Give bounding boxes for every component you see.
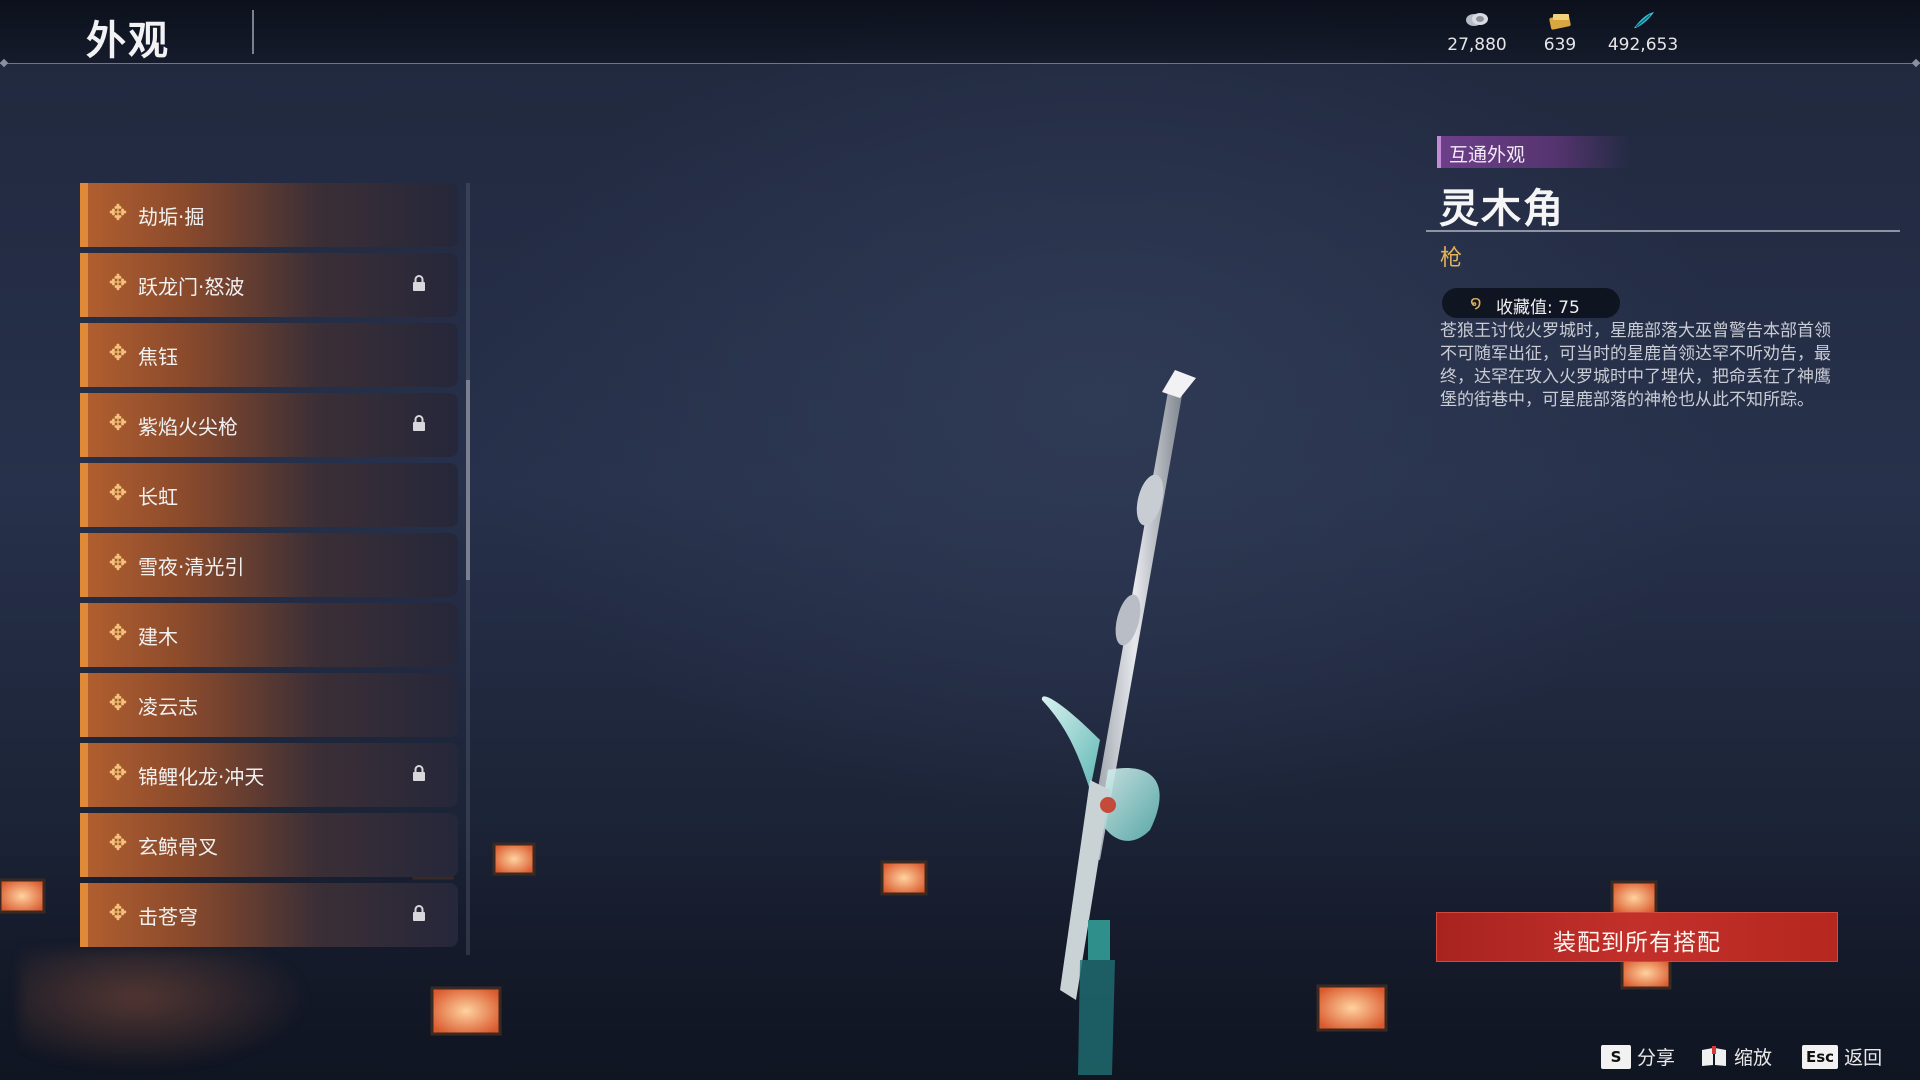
cross-emblem-icon: ✥ <box>108 341 128 366</box>
currency-tickets-value: 639 <box>1543 35 1577 55</box>
currency-feathers-value: 492,653 <box>1607 35 1679 55</box>
equip-all-label: 装配到所有搭配 <box>1553 930 1721 956</box>
list-item-label: 跃龙门·怒波 <box>138 275 245 299</box>
collection-value-badge: ໑ 收藏值: 75 <box>1442 288 1620 318</box>
zoom-label: 缩放 <box>1734 1047 1773 1069</box>
name-divider <box>1426 230 1900 232</box>
share-hint[interactable]: S 分享 <box>1601 1043 1675 1069</box>
weapon-type: 枪 <box>1440 246 1463 271</box>
lock-icon <box>412 905 426 921</box>
list-item-label: 焦钰 <box>138 345 178 369</box>
list-item-label: 劫垢·掘 <box>138 205 205 229</box>
cross-emblem-icon: ✥ <box>108 271 128 296</box>
list-item[interactable]: ✥ 玄鲸骨叉 <box>80 813 458 877</box>
esc-key: Esc <box>1802 1044 1839 1069</box>
tag-label: 互通外观 <box>1449 144 1526 166</box>
list-item[interactable]: ✥ 锦鲤化龙·冲天 <box>80 743 458 807</box>
lock-icon <box>412 765 426 781</box>
equip-all-button[interactable]: 装配到所有搭配 <box>1436 912 1838 962</box>
list-item-label: 建木 <box>138 625 178 649</box>
list-item-label: 击苍穹 <box>138 905 198 929</box>
list-item-label: 紫焰火尖枪 <box>138 415 238 439</box>
list-item[interactable]: ✥ 雪夜·清光引 <box>80 533 458 597</box>
list-item-label: 雪夜·清光引 <box>138 555 245 579</box>
cross-emblem-icon: ✥ <box>108 621 128 646</box>
cross-emblem-icon: ✥ <box>108 551 128 576</box>
collection-value-label: 收藏值: 75 <box>1496 298 1580 318</box>
list-item-label: 玄鲸骨叉 <box>138 835 218 859</box>
list-item[interactable]: ✥ 击苍穹 <box>80 883 458 947</box>
item-name: 灵木角 <box>1439 186 1565 232</box>
currency-coins-value: 27,880 <box>1447 35 1507 55</box>
share-key: S <box>1601 1044 1631 1069</box>
currency-feathers: 492,653 <box>1598 10 1688 55</box>
zoom-hint[interactable]: 缩放 <box>1700 1043 1772 1069</box>
back-hint[interactable]: Esc 返回 <box>1802 1043 1882 1069</box>
gold-ticket-icon <box>1515 10 1605 34</box>
item-description: 苍狼王讨伐火罗城时，星鹿部落大巫曾警告本部首领不可随军出征，可当时的星鹿首领达罕… <box>1440 321 1831 410</box>
crossplay-appearance-tag: 互通外观 <box>1437 136 1631 168</box>
lock-icon <box>412 415 426 431</box>
cross-emblem-icon: ✥ <box>108 901 128 926</box>
cross-emblem-icon: ✥ <box>108 481 128 506</box>
list-item[interactable]: ✥ 焦钰 <box>80 323 458 387</box>
appearance-list: ✥ 劫垢·掘 ✥ 跃龙门·怒波 ✥ 焦钰 ✥ 紫焰火尖枪 ✥ 长虹 ✥ 雪夜·清… <box>80 183 460 953</box>
list-scrollbar-thumb[interactable] <box>466 380 470 580</box>
list-item[interactable]: ✥ 建木 <box>80 603 458 667</box>
currency-tickets: 639 <box>1515 10 1605 55</box>
currency-coins: 27,880 <box>1432 10 1522 55</box>
feather-icon <box>1598 10 1688 34</box>
list-item[interactable]: ✥ 长虹 <box>80 463 458 527</box>
cross-emblem-icon: ✥ <box>108 761 128 786</box>
title-separator <box>252 10 254 54</box>
list-item-label: 长虹 <box>138 485 178 509</box>
share-label: 分享 <box>1637 1047 1676 1069</box>
list-item-label: 锦鲤化龙·冲天 <box>138 765 265 789</box>
blurred-region <box>20 950 310 1070</box>
list-item[interactable]: ✥ 跃龙门·怒波 <box>80 253 458 317</box>
cross-emblem-icon: ✥ <box>108 201 128 226</box>
cross-emblem-icon: ✥ <box>108 411 128 436</box>
mouse-wheel-icon <box>1700 1045 1728 1068</box>
back-label: 返回 <box>1844 1047 1883 1069</box>
header-divider <box>0 63 1920 64</box>
collection-swirl-icon: ໑ <box>1470 292 1482 313</box>
cross-emblem-icon: ✥ <box>108 691 128 716</box>
list-item[interactable]: ✥ 紫焰火尖枪 <box>80 393 458 457</box>
list-item-label: 凌云志 <box>138 695 198 719</box>
lock-icon <box>412 275 426 291</box>
list-item[interactable]: ✥ 劫垢·掘 <box>80 183 458 247</box>
cross-emblem-icon: ✥ <box>108 831 128 856</box>
page-title: 外观 <box>86 18 170 64</box>
list-item[interactable]: ✥ 凌云志 <box>80 673 458 737</box>
coin-stack-icon <box>1432 10 1522 34</box>
